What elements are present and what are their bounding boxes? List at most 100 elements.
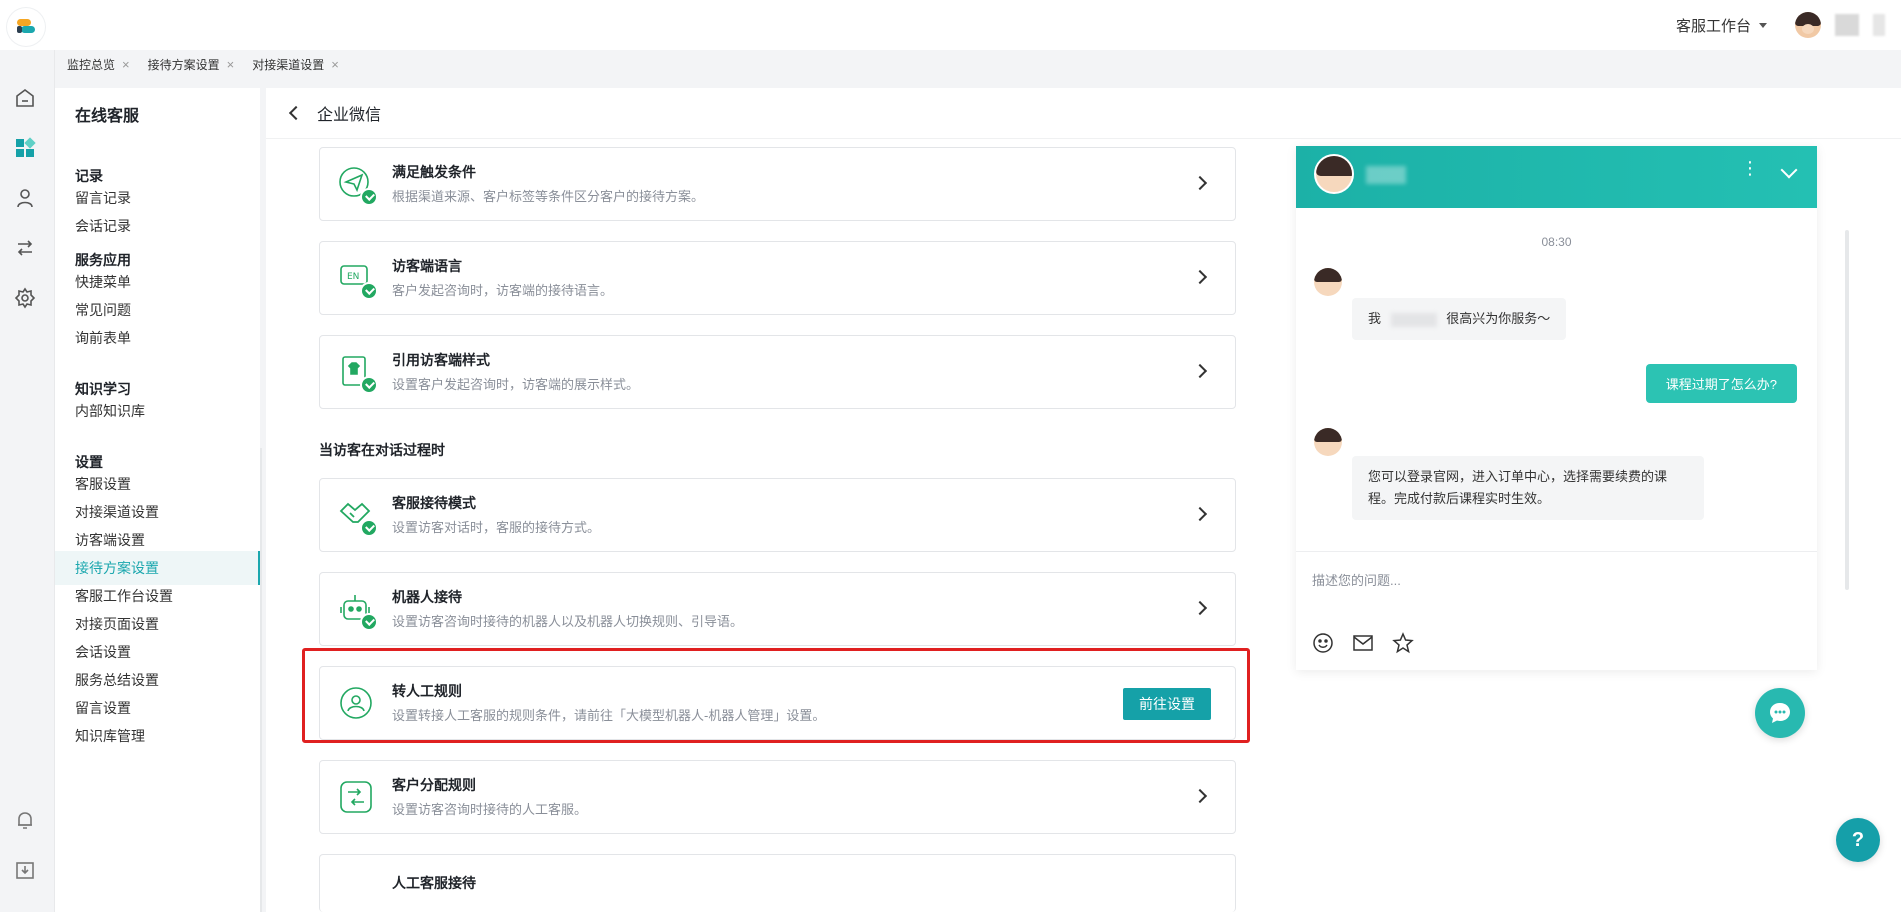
workspace-switcher[interactable]: 客服工作台 [1676, 15, 1767, 36]
tab-label: 监控总览 [67, 57, 116, 72]
bell-icon[interactable] [13, 808, 37, 832]
switch-icon[interactable] [13, 236, 37, 260]
page-header: 企业微信 [286, 98, 381, 128]
robot-icon [338, 591, 378, 631]
nav-item-kb-management[interactable]: 知识库管理 [55, 719, 260, 753]
tab-label: 对接渠道设置 [252, 57, 325, 72]
tab-label: 接待方案设置 [147, 57, 220, 72]
nav-title: 在线客服 [75, 108, 140, 125]
check-badge-icon [360, 519, 378, 537]
back-icon[interactable] [288, 105, 304, 121]
workspace-label: 客服工作台 [1675, 17, 1751, 35]
apps-icon[interactable] [13, 136, 37, 160]
tab-strip: 监控总览 × 接待方案设置 × 对接渠道设置 × [55, 50, 1901, 78]
side-nav: 在线客服 记录 留言记录 会话记录 服务应用 快捷菜单 常见问题 询前表单 知识… [55, 88, 262, 912]
chevron-right-icon[interactable] [1192, 175, 1208, 191]
redacted-name [1390, 312, 1437, 327]
nav-item-pre-form[interactable]: 询前表单 [55, 321, 260, 355]
settings-icon[interactable] [13, 286, 37, 310]
card-title: 访客端语言 [392, 258, 462, 274]
chevron-right-icon[interactable] [1192, 788, 1208, 804]
paper-plane-icon [338, 166, 378, 206]
card-title: 客户分配规则 [392, 777, 476, 793]
agent-avatar [1314, 154, 1354, 194]
help-button[interactable]: ? [1836, 818, 1880, 862]
more-icon[interactable]: ⋮ [1741, 159, 1759, 177]
close-icon[interactable]: × [227, 57, 235, 72]
highlight-box [302, 648, 1250, 743]
agent-greeting-bubble: 我 很高兴为你服务～ [1352, 298, 1567, 340]
card-visitor-style[interactable]: 引用访客端样式 设置客户发起咨询时，访客端的展示样式。 [319, 335, 1236, 409]
card-desc: 设置访客咨询时接待的人工客服。 [392, 802, 588, 817]
user-icon[interactable] [13, 186, 37, 210]
card-visitor-language[interactable]: EN 访客端语言 客户发起咨询时，访客端的接待语言。 [319, 241, 1236, 315]
agent-reply-bubble: 您可以登录官网，进入订单中心，选择需要续费的课程。完成付款后课程实时生效。 [1352, 456, 1704, 520]
input-divider [1296, 551, 1817, 552]
tab-reception-plan[interactable]: 接待方案设置 × [148, 56, 235, 73]
app-logo[interactable] [7, 8, 45, 46]
chat-input[interactable]: 描述您的问题... [1312, 570, 1401, 589]
user-message-bubble: 课程过期了怎么办? [1645, 364, 1797, 403]
home-icon[interactable] [13, 86, 37, 110]
card-trigger-conditions[interactable]: 满足触发条件 根据渠道来源、客户标签等条件区分客户的接待方案。 [319, 147, 1236, 221]
tab-monitor[interactable]: 监控总览 × [67, 56, 130, 73]
shirt-icon [338, 354, 378, 394]
card-robot-reception[interactable]: 机器人接待 设置访客咨询时接待的机器人以及机器人切换规则、引导语。 [319, 572, 1236, 646]
preview-scrollbar[interactable] [1845, 230, 1849, 590]
chevron-right-icon[interactable] [1192, 363, 1208, 379]
user-avatar[interactable] [1795, 12, 1821, 38]
check-badge-icon [360, 188, 378, 206]
card-title: 引用访客端样式 [392, 352, 490, 368]
chevron-down-icon [1759, 22, 1767, 28]
card-title: 人工客服接待 [392, 875, 476, 891]
card-desc: 设置访客咨询时接待的机器人以及机器人切换规则、引导语。 [392, 614, 744, 629]
star-icon[interactable] [1392, 632, 1414, 654]
chat-bubble-button[interactable] [1755, 688, 1805, 738]
nav-item-sessions[interactable]: 会话记录 [55, 209, 260, 243]
input-toolbar [1312, 632, 1414, 654]
tab-channel[interactable]: 对接渠道设置 × [252, 56, 339, 73]
card-desc: 设置访客对话时，客服的接待方式。 [392, 520, 601, 535]
card-agent-reception[interactable]: 人工客服接待 [319, 854, 1236, 912]
greeting-text: 我 [1368, 311, 1382, 326]
agent-avatar [1314, 428, 1342, 456]
message-time: 08:30 [1541, 235, 1572, 249]
page-title: 企业微信 [317, 107, 382, 124]
chevron-right-icon[interactable] [1192, 600, 1208, 616]
nav-item-internal-kb[interactable]: 内部知识库 [55, 394, 260, 428]
nav-scrollbar[interactable] [260, 448, 262, 912]
card-desc: 设置客户发起咨询时，访客端的展示样式。 [392, 377, 640, 392]
card-title: 满足触发条件 [392, 164, 476, 180]
card-desc: 根据渠道来源、客户标签等条件区分客户的接待方案。 [392, 189, 705, 204]
check-badge-icon [360, 613, 378, 631]
user-name-redacted-2 [1873, 14, 1885, 36]
agent-avatar [1314, 268, 1342, 296]
emoji-icon[interactable] [1312, 632, 1334, 654]
help-icon: ? [1851, 828, 1865, 851]
close-icon[interactable]: × [331, 57, 339, 72]
agent-name-redacted [1366, 166, 1406, 184]
chat-preview: ⋮ 08:30 我 很高兴为你服务～ 课程过期了怎么办? 您可以登录官网，进入订… [1296, 146, 1817, 670]
card-title: 机器人接待 [392, 589, 462, 605]
assign-icon [338, 779, 374, 815]
close-icon[interactable]: × [122, 57, 130, 72]
section-label: 当访客在对话过程时 [319, 442, 445, 458]
card-desc: 客户发起咨询时，访客端的接待语言。 [392, 283, 614, 298]
handshake-icon [338, 497, 378, 537]
chevron-right-icon[interactable] [1192, 506, 1208, 522]
chat-icon [1770, 703, 1790, 723]
check-badge-icon [360, 282, 378, 300]
collapse-chevron-icon[interactable] [1780, 161, 1798, 179]
greeting-rest-text: 很高兴为你服务～ [1446, 311, 1551, 326]
icon-rail [0, 50, 55, 912]
chevron-right-icon[interactable] [1192, 269, 1208, 285]
download-icon[interactable] [13, 858, 37, 882]
card-reception-mode[interactable]: 客服接待模式 设置访客对话时，客服的接待方式。 [319, 478, 1236, 552]
language-icon: EN [338, 260, 378, 300]
card-assign-rule[interactable]: 客户分配规则 设置访客咨询时接待的人工客服。 [319, 760, 1236, 834]
header-divider [266, 138, 1901, 139]
mail-icon[interactable] [1352, 632, 1374, 654]
top-bar: 客服工作台 [0, 0, 1901, 50]
check-badge-icon [360, 376, 378, 394]
svg-text:EN: EN [347, 272, 359, 282]
